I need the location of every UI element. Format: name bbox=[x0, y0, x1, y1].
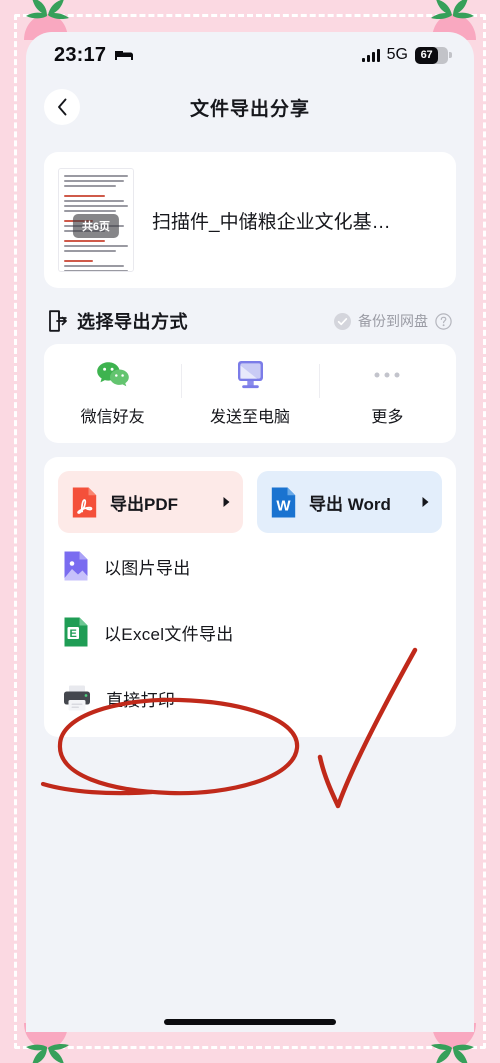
question-circle-icon[interactable] bbox=[435, 312, 452, 330]
export-word-button[interactable]: W 导出 Word bbox=[257, 471, 442, 533]
check-circle-icon bbox=[334, 312, 351, 330]
share-options-card: 微信好友 发送至电脑 更多 bbox=[44, 344, 456, 443]
signal-bars-icon bbox=[361, 48, 380, 62]
share-option-wechat[interactable]: 微信好友 bbox=[44, 358, 181, 427]
svg-text:W: W bbox=[276, 497, 291, 514]
backup-to-cloud-toggle[interactable]: 备份到网盘 bbox=[334, 311, 452, 331]
image-file-icon bbox=[64, 551, 88, 581]
export-row-label: 以Excel文件导出 bbox=[104, 624, 234, 644]
monitor-icon bbox=[233, 358, 267, 392]
bed-icon bbox=[115, 50, 134, 60]
document-card[interactable]: 共6页 扫描件_中储粮企业文化基… bbox=[44, 152, 456, 288]
export-row-label: 以图片导出 bbox=[104, 558, 191, 578]
share-option-label: 微信好友 bbox=[80, 409, 145, 426]
export-format-buttons: 导出PDF W 导出 Word bbox=[58, 471, 442, 533]
document-thumbnail: 共6页 bbox=[58, 168, 134, 272]
navigation-bar: 文件导出分享 bbox=[26, 78, 474, 136]
export-button-label: 导出PDF bbox=[110, 494, 178, 514]
share-option-send-to-computer[interactable]: 发送至电脑 bbox=[181, 358, 318, 427]
battery-icon: 67 bbox=[415, 46, 452, 64]
share-option-more[interactable]: 更多 bbox=[318, 358, 456, 427]
battery-fill: 67 bbox=[415, 46, 438, 64]
excel-file-icon: E bbox=[64, 617, 88, 647]
pdf-file-icon bbox=[72, 487, 97, 517]
page-title: 文件导出分享 bbox=[189, 98, 310, 120]
export-as-image-row[interactable]: 以图片导出 bbox=[58, 533, 442, 599]
export-button-label: 导出 Word bbox=[309, 494, 391, 514]
share-option-label: 更多 bbox=[371, 409, 404, 426]
network-type-label: 5G bbox=[386, 46, 408, 63]
export-row-label: 直接打印 bbox=[106, 690, 176, 710]
word-file-icon: W bbox=[271, 487, 296, 517]
status-bar-right: 5G 67 bbox=[361, 46, 452, 64]
battery-level-label: 67 bbox=[420, 49, 433, 61]
export-methods-card: 导出PDF W 导出 Word 以图片导出 E 以Excel文件导出 直接打印 bbox=[44, 457, 456, 737]
more-dots-icon bbox=[370, 358, 404, 392]
back-button[interactable] bbox=[44, 89, 80, 125]
status-bar-left: 23:17 bbox=[54, 44, 134, 67]
phone-screen: 23:17 5G 67 文件导出分享 共6页 扫描件_中储粮企业文化基… 选择导… bbox=[26, 32, 474, 1032]
export-file-icon bbox=[49, 310, 67, 332]
share-option-label: 发送至电脑 bbox=[209, 409, 290, 426]
section-title: 选择导出方式 bbox=[77, 312, 188, 332]
home-indicator bbox=[164, 1019, 336, 1025]
svg-text:E: E bbox=[70, 628, 77, 640]
status-bar-clock: 23:17 bbox=[54, 43, 107, 66]
export-as-excel-row[interactable]: E 以Excel文件导出 bbox=[58, 599, 442, 665]
caret-right-icon bbox=[223, 497, 230, 507]
print-directly-row[interactable]: 直接打印 bbox=[58, 665, 442, 731]
chevron-left-icon bbox=[57, 98, 66, 116]
export-section-header: 选择导出方式 备份到网盘 bbox=[26, 302, 474, 344]
backup-label: 备份到网盘 bbox=[358, 313, 428, 329]
document-title: 扫描件_中储粮企业文化基… bbox=[152, 211, 391, 233]
page-count-badge: 共6页 bbox=[72, 214, 120, 239]
printer-icon bbox=[64, 685, 90, 711]
wechat-icon bbox=[96, 358, 130, 392]
caret-right-icon bbox=[422, 497, 429, 507]
status-bar: 23:17 5G 67 bbox=[26, 32, 474, 78]
export-pdf-button[interactable]: 导出PDF bbox=[58, 471, 243, 533]
